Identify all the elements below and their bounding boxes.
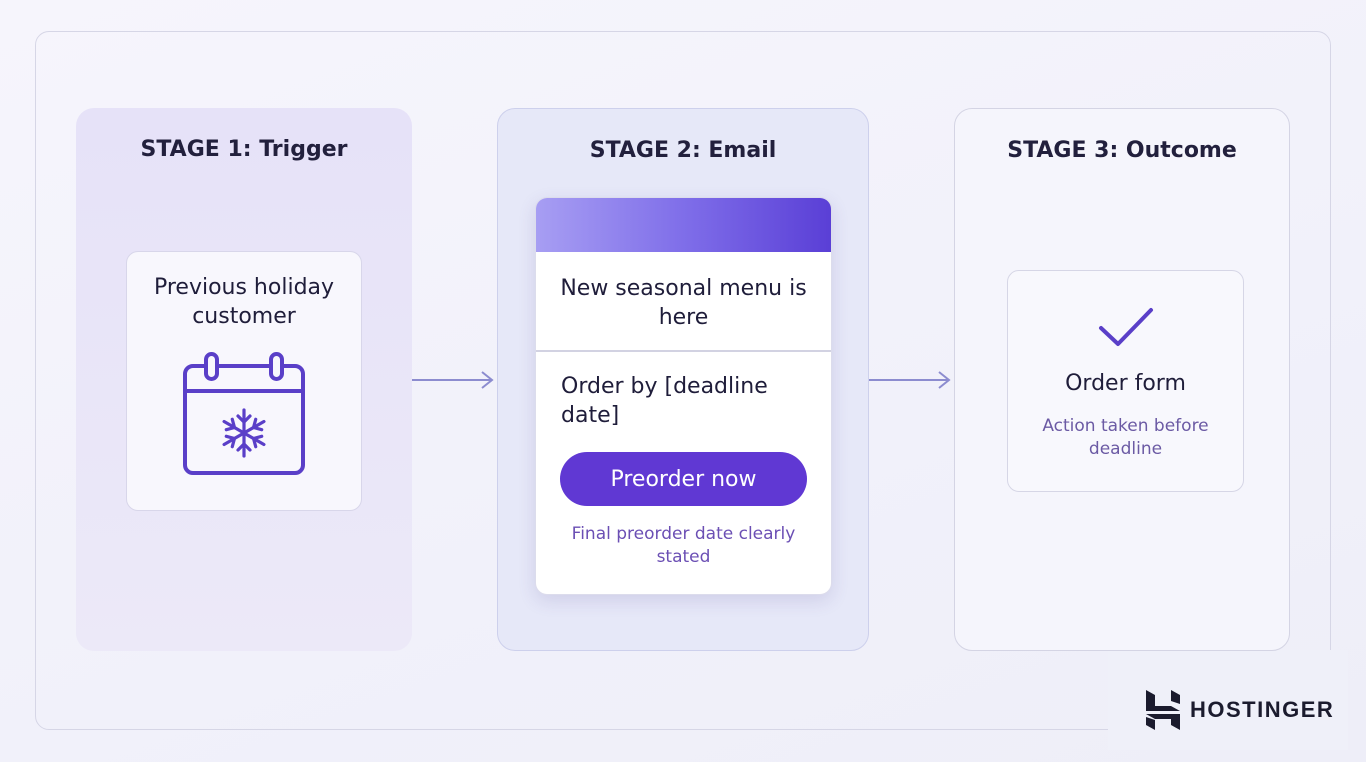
email-preview: New seasonal menu is here Order by [dead… (535, 197, 832, 595)
email-divider (536, 350, 831, 352)
hostinger-logo: HOSTINGER (1146, 690, 1334, 730)
stage-trigger: STAGE 1: Trigger Previous holiday custom… (76, 108, 412, 651)
hostinger-logo-icon (1146, 690, 1180, 730)
trigger-text: Previous holiday customer (153, 275, 335, 329)
email-order-text: Order by [deadline date] (561, 374, 768, 428)
arrow-right-icon (412, 371, 494, 389)
stage-outcome: STAGE 3: Outcome Order form Action taken… (954, 108, 1290, 651)
preorder-now-button[interactable]: Preorder now (560, 452, 807, 506)
email-header (536, 198, 831, 252)
email-note: Final preorder date clearly stated (571, 524, 796, 567)
arrow-right-icon (869, 371, 951, 389)
outcome-card: Order form Action taken before deadline (1007, 270, 1244, 492)
brand-name: HOSTINGER (1190, 697, 1335, 722)
checkmark-icon (1099, 308, 1153, 346)
outcome-title: Order form (1065, 371, 1186, 396)
stage-title: STAGE 2: Email (589, 138, 777, 163)
outcome-note: Action taken before deadline (1042, 416, 1209, 459)
trigger-card: Previous holiday customer (126, 251, 362, 511)
stage-title: STAGE 3: Outcome (1007, 138, 1237, 163)
stage-email: STAGE 2: Email New seasonal menu is here… (497, 108, 869, 651)
stage-title: STAGE 1: Trigger (140, 137, 348, 162)
email-subject: New seasonal menu is here (560, 276, 807, 330)
calendar-snowflake-icon (183, 352, 305, 475)
